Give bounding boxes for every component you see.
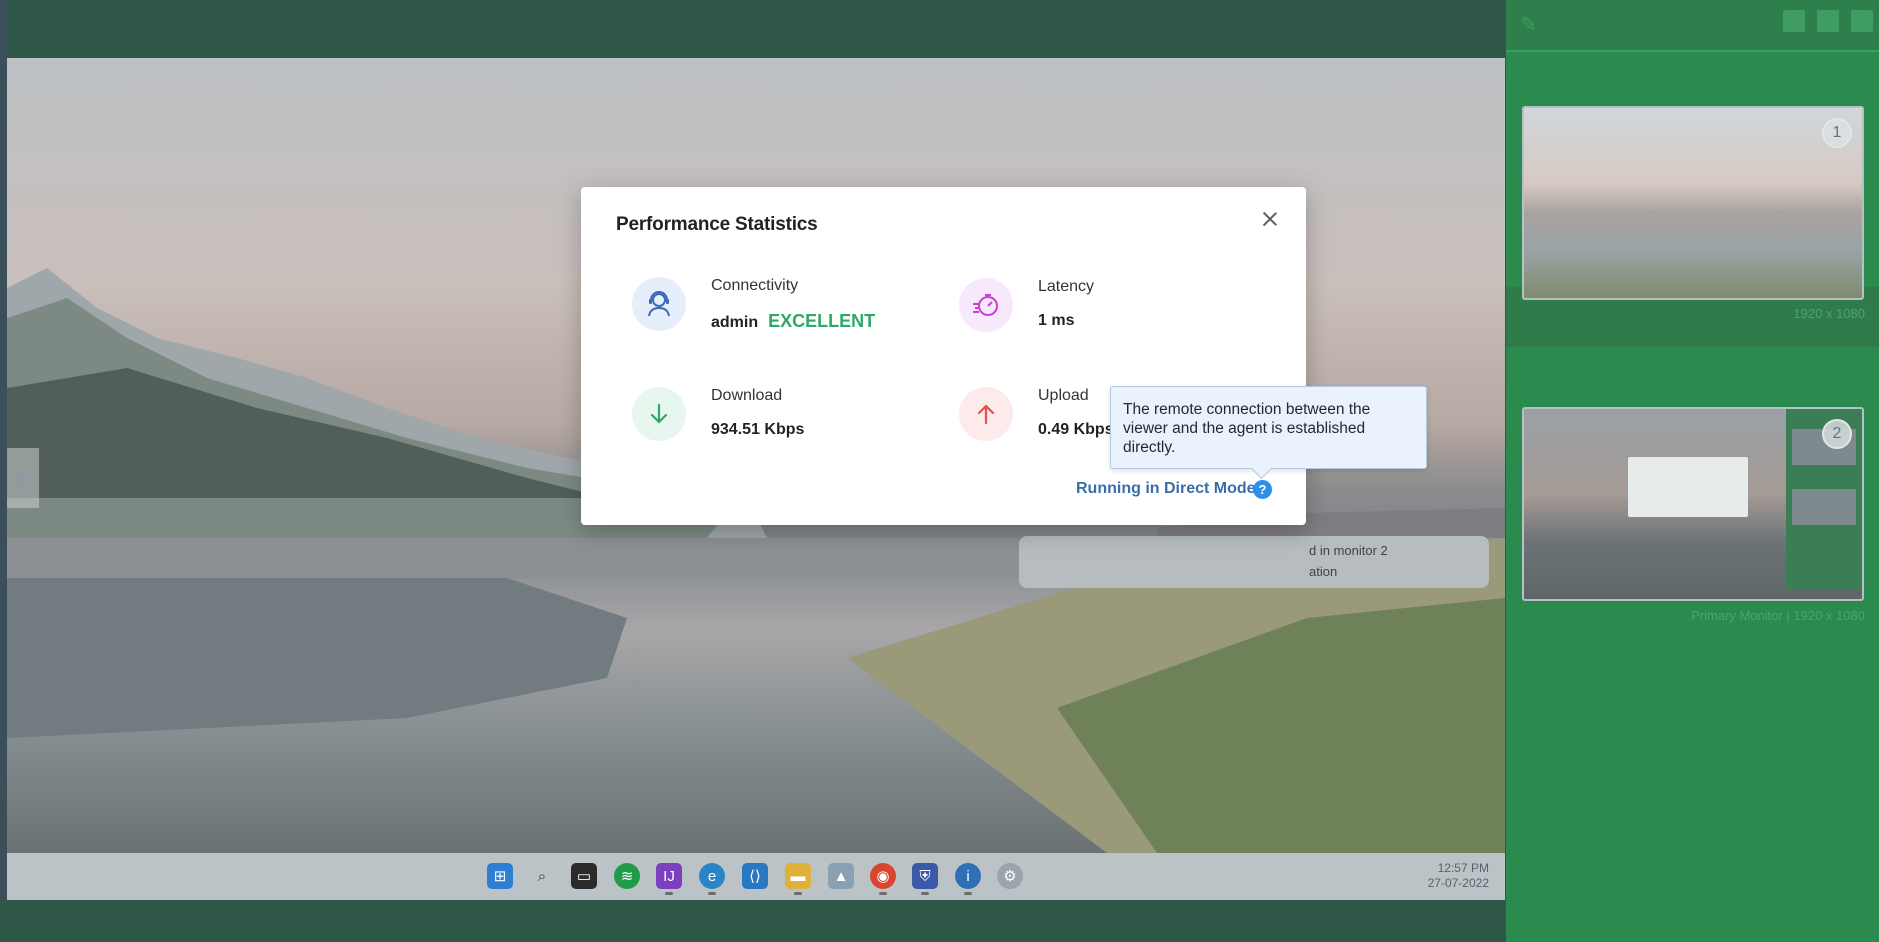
spotify-icon[interactable]: ≋ <box>614 863 640 889</box>
remote-taskbar: ⊞ ⌕ ▭ ≋ IJ e ⟨⟩ ▬ ▲ ◉ ⛨ i ⚙ 12:57 PM 27-… <box>7 853 1505 900</box>
defender-icon[interactable]: ⛨ <box>912 863 938 895</box>
monitor-thumbnail-1[interactable]: 1 <box>1522 106 1864 300</box>
latency-label: Latency <box>1038 278 1095 295</box>
collapse-panel-arrow[interactable] <box>7 448 39 508</box>
split-view-icon[interactable] <box>1851 10 1873 32</box>
download-arrow-icon <box>632 387 686 441</box>
terminal-icon[interactable]: ▭ <box>571 863 597 889</box>
pin-icon[interactable]: ✎ <box>1520 12 1537 37</box>
upload-arrow-icon <box>959 387 1013 441</box>
monitor-switcher-panel: ✎ 1 1920 x 1080 2 Primary Monitor | 1920… <box>1506 0 1879 942</box>
intellij-icon[interactable]: IJ <box>656 863 682 895</box>
help-icon[interactable]: ? <box>1253 480 1272 499</box>
monitor-thumbnail-2[interactable]: 2 <box>1522 407 1864 601</box>
dialog-title: Performance Statistics <box>616 214 818 235</box>
clock-date: 27-07-2022 <box>1427 876 1489 890</box>
monitor-number-badge: 1 <box>1822 118 1852 148</box>
viewer-bottom-bar <box>0 900 1506 942</box>
list-view-icon[interactable] <box>1817 10 1839 32</box>
support-agent-icon <box>632 277 686 331</box>
taskbar-clock[interactable]: 12:57 PM 27-07-2022 <box>1428 861 1489 891</box>
background-notification: d in monitor 2 ation <box>1019 536 1489 588</box>
notification-line-1: d in monitor 2 <box>1309 543 1388 558</box>
search-icon[interactable]: ⌕ <box>529 863 555 889</box>
connectivity-value: admin EXCELLENT <box>711 311 875 332</box>
monitor-caption: 1920 x 1080 <box>1793 306 1865 321</box>
connection-mode-text: Running in Direct Mode <box>1076 480 1256 497</box>
grid-view-icon[interactable] <box>1783 10 1805 32</box>
performance-statistics-dialog: Performance Statistics Connectivity admi… <box>581 187 1306 525</box>
connectivity-quality: EXCELLENT <box>768 311 876 331</box>
windows-start-icon[interactable]: ⊞ <box>487 863 513 889</box>
connectivity-user: admin <box>711 314 759 331</box>
settings-gear-icon[interactable]: ⚙ <box>997 863 1023 889</box>
notification-line-2: ation <box>1309 564 1338 579</box>
chrome-icon[interactable]: ◉ <box>870 863 896 895</box>
monitor-number-badge: 2 <box>1822 419 1852 449</box>
stopwatch-icon <box>959 278 1013 332</box>
agent-icon[interactable]: i <box>955 863 981 895</box>
download-value: 934.51 Kbps <box>711 421 805 438</box>
clock-time: 12:57 PM <box>1437 861 1489 875</box>
connectivity-label: Connectivity <box>711 277 799 294</box>
panel-toolbar: ✎ <box>1506 0 1879 52</box>
file-explorer-icon[interactable]: ▬ <box>785 863 811 895</box>
upload-value: 0.49 Kbps <box>1038 421 1114 438</box>
latency-value: 1 ms <box>1038 312 1075 329</box>
edge-icon[interactable]: e <box>699 863 725 895</box>
upload-label: Upload <box>1038 387 1089 404</box>
close-button[interactable] <box>1260 209 1280 229</box>
monitor-caption: Primary Monitor | 1920 x 1080 <box>1691 608 1865 623</box>
download-label: Download <box>711 387 783 404</box>
direct-mode-tooltip: The remote connection between the viewer… <box>1110 386 1427 469</box>
photos-icon[interactable]: ▲ <box>828 863 854 889</box>
mini-dialog-preview <box>1628 457 1748 517</box>
viewer-top-bar <box>0 0 1506 58</box>
vscode-icon[interactable]: ⟨⟩ <box>742 863 768 889</box>
window-left-edge <box>0 0 7 942</box>
